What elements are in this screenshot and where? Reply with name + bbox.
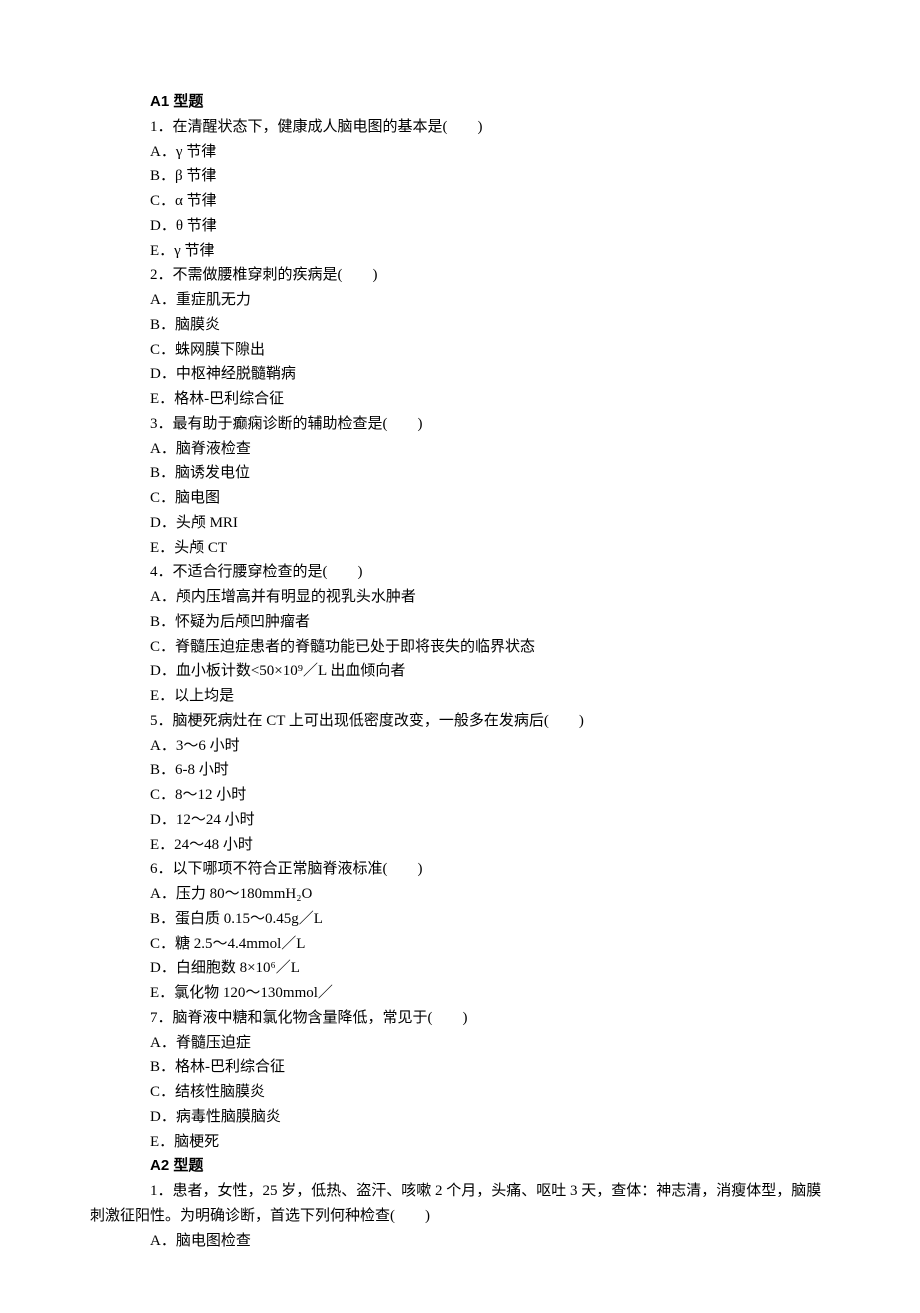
question-text: 1．患者，女性，25 岁，低热、盗汗、咳嗽 2 个月，头痛、呕吐 3 天，查体：…: [90, 1183, 821, 1224]
option: E．头颅 CT: [90, 536, 830, 561]
option: B．蛋白质 0.15～0.45g／L: [90, 907, 830, 932]
option: E．以上均是: [90, 684, 830, 709]
question-stem: 5．脑梗死病灶在 CT 上可出现低密度改变，一般多在发病后( ): [90, 709, 830, 734]
option: A．γ 节律: [90, 140, 830, 165]
question-stem: 2．不需做腰椎穿刺的疾病是( ): [90, 263, 830, 288]
option-text: C．蛛网膜下隙出: [150, 342, 265, 358]
option-text: D．12～24 小时: [150, 812, 255, 828]
option-text: B．脑诱发电位: [150, 465, 250, 481]
option-text: D．白细胞数 8×10⁶／L: [150, 960, 300, 976]
question-stem: 3．最有助于癫痫诊断的辅助检查是( ): [90, 412, 830, 437]
question-stem: 1．在清醒状态下，健康成人脑电图的基本是( ): [90, 115, 830, 140]
option-text: A．压力 80～180mmH₂O: [150, 886, 312, 902]
question-text: 3．最有助于癫痫诊断的辅助检查是( ): [150, 416, 423, 432]
option-text: E．脑梗死: [150, 1134, 219, 1150]
question-text: 6．以下哪项不符合正常脑脊液标准( ): [150, 861, 423, 877]
option-text: A．脑电图检查: [150, 1233, 251, 1249]
option: A．重症肌无力: [90, 288, 830, 313]
option: C．蛛网膜下隙出: [90, 338, 830, 363]
question-stem: 7．脑脊液中糖和氯化物含量降低，常见于( ): [90, 1006, 830, 1031]
option: B．脑诱发电位: [90, 461, 830, 486]
option-text: E．γ 节律: [150, 243, 215, 259]
section-header-a1-text: A1 型题: [150, 93, 203, 110]
option-text: D．头颅 MRI: [150, 515, 238, 531]
option-text: B．格林-巴利综合征: [150, 1059, 285, 1075]
section-header-a2-text: A2 型题: [150, 1157, 203, 1174]
option-text: A．γ 节律: [150, 144, 216, 160]
question-stem: 1．患者，女性，25 岁，低热、盗汗、咳嗽 2 个月，头痛、呕吐 3 天，查体：…: [90, 1179, 830, 1229]
option: E．24～48 小时: [90, 833, 830, 858]
option-text: C．8～12 小时: [150, 787, 246, 803]
option: D．白细胞数 8×10⁶／L: [90, 956, 830, 981]
question-stem: 4．不适合行腰穿检查的是( ): [90, 560, 830, 585]
option: D．中枢神经脱髓鞘病: [90, 362, 830, 387]
question-text: 1．在清醒状态下，健康成人脑电图的基本是( ): [150, 119, 483, 135]
option-text: C．脊髓压迫症患者的脊髓功能已处于即将丧失的临界状态: [150, 639, 535, 655]
section-header-a2: A2 型题: [90, 1154, 830, 1179]
option-text: B．脑膜炎: [150, 317, 220, 333]
option-text: A．颅内压增高并有明显的视乳头水肿者: [150, 589, 416, 605]
question-text: 7．脑脊液中糖和氯化物含量降低，常见于( ): [150, 1010, 468, 1026]
option: B．6-8 小时: [90, 758, 830, 783]
option: A．压力 80～180mmH₂O: [90, 882, 830, 907]
option: C．α 节律: [90, 189, 830, 214]
option-text: A．重症肌无力: [150, 292, 251, 308]
option-text: D．病毒性脑膜脑炎: [150, 1109, 281, 1125]
option: B．怀疑为后颅凹肿瘤者: [90, 610, 830, 635]
option-text: A．脑脊液检查: [150, 441, 251, 457]
option-text: B．怀疑为后颅凹肿瘤者: [150, 614, 310, 630]
option: A．脑脊液检查: [90, 437, 830, 462]
option-text: A．脊髓压迫症: [150, 1035, 251, 1051]
option: E．格林-巴利综合征: [90, 387, 830, 412]
option: C．糖 2.5～4.4mmol／L: [90, 932, 830, 957]
option: E．脑梗死: [90, 1130, 830, 1155]
option-text: C．脑电图: [150, 490, 220, 506]
option-text: E．格林-巴利综合征: [150, 391, 284, 407]
option-text: E．24～48 小时: [150, 837, 253, 853]
option-text: D．θ 节律: [150, 218, 217, 234]
option: D．θ 节律: [90, 214, 830, 239]
question-stem: 6．以下哪项不符合正常脑脊液标准( ): [90, 857, 830, 882]
option: B．脑膜炎: [90, 313, 830, 338]
section-header-a1: A1 型题: [90, 90, 830, 115]
option: E．γ 节律: [90, 239, 830, 264]
option: D．12～24 小时: [90, 808, 830, 833]
option: D．血小板计数<50×10⁹／L 出血倾向者: [90, 659, 830, 684]
option-text: C．结核性脑膜炎: [150, 1084, 265, 1100]
option: A．颅内压增高并有明显的视乳头水肿者: [90, 585, 830, 610]
question-text: 2．不需做腰椎穿刺的疾病是( ): [150, 267, 378, 283]
option: A．3～6 小时: [90, 734, 830, 759]
option-text: E．氯化物 120～130mmol／: [150, 985, 333, 1001]
option-text: C．糖 2.5～4.4mmol／L: [150, 936, 305, 952]
option: D．头颅 MRI: [90, 511, 830, 536]
option-text: B．β 节律: [150, 168, 216, 184]
option: E．氯化物 120～130mmol／: [90, 981, 830, 1006]
option-text: D．中枢神经脱髓鞘病: [150, 366, 296, 382]
option: C．脑电图: [90, 486, 830, 511]
option: C．结核性脑膜炎: [90, 1080, 830, 1105]
option-text: E．以上均是: [150, 688, 234, 704]
option-text: D．血小板计数<50×10⁹／L 出血倾向者: [150, 663, 405, 679]
option: C．脊髓压迫症患者的脊髓功能已处于即将丧失的临界状态: [90, 635, 830, 660]
option: A．脑电图检查: [90, 1229, 830, 1254]
option-text: A．3～6 小时: [150, 738, 240, 754]
question-text: 4．不适合行腰穿检查的是( ): [150, 564, 363, 580]
option: D．病毒性脑膜脑炎: [90, 1105, 830, 1130]
option-text: B．6-8 小时: [150, 762, 229, 778]
document-page: A1 型题 1．在清醒状态下，健康成人脑电图的基本是( ) A．γ 节律 B．β…: [0, 0, 920, 1313]
option: A．脊髓压迫症: [90, 1031, 830, 1056]
option: C．8～12 小时: [90, 783, 830, 808]
question-text: 5．脑梗死病灶在 CT 上可出现低密度改变，一般多在发病后( ): [150, 713, 584, 729]
option-text: C．α 节律: [150, 193, 217, 209]
option: B．β 节律: [90, 164, 830, 189]
option-text: E．头颅 CT: [150, 540, 227, 556]
option-text: B．蛋白质 0.15～0.45g／L: [150, 911, 323, 927]
option: B．格林-巴利综合征: [90, 1055, 830, 1080]
